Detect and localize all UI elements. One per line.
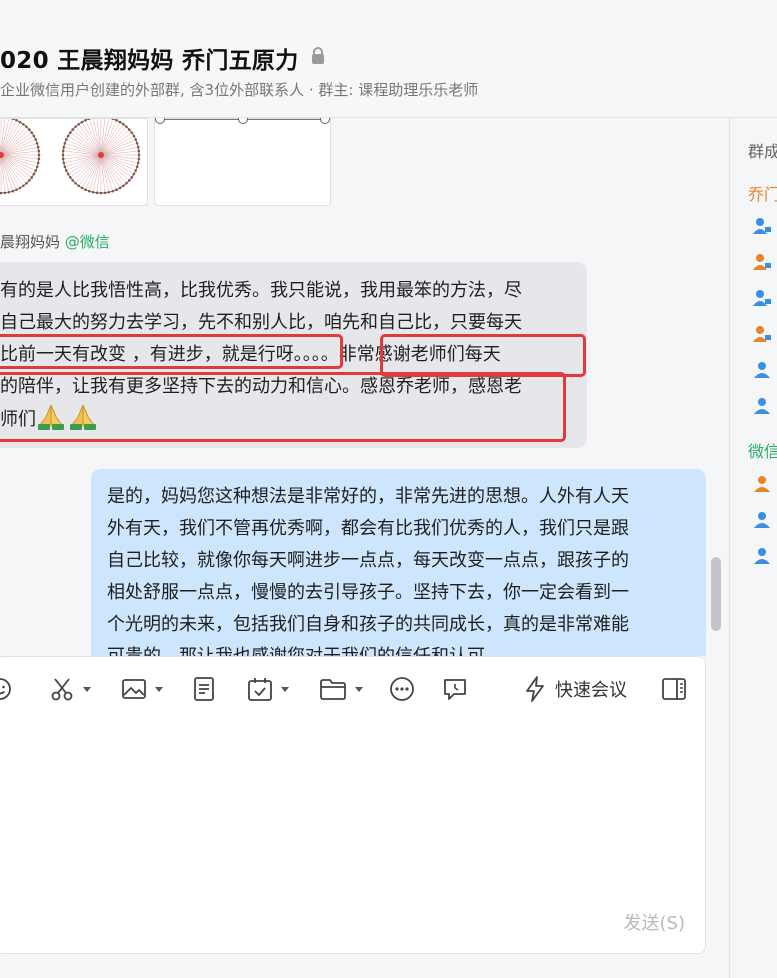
chat-scrollbar[interactable] <box>711 557 721 631</box>
member-avatar-icon[interactable] <box>752 396 772 416</box>
file-button[interactable] <box>319 675 363 703</box>
message-line: 可贵的，那让我也感谢您对于我们的信任和认可 <box>107 641 688 656</box>
quick-meeting-button[interactable]: 快速会议 <box>523 675 627 703</box>
member-avatar-icon[interactable] <box>752 546 772 566</box>
folder-icon <box>320 679 346 700</box>
scissors-icon <box>51 678 73 701</box>
message-line: 外有天，我们不管再优秀啊，都会有比我们优秀的人，我们只是跟 <box>107 518 629 539</box>
chat-history-button[interactable] <box>442 675 468 703</box>
image-handle <box>320 118 330 124</box>
image-handle <box>238 118 248 124</box>
emoji-button[interactable] <box>0 675 13 703</box>
chat-bubble-icon <box>444 679 466 700</box>
lock-icon <box>312 47 324 64</box>
lightning-icon <box>526 676 544 702</box>
chat-subtitle: 企业微信用户创建的外部群, 含3位外部联系人 · 群主: 课程助理乐乐老师 <box>0 81 479 99</box>
chevron-down-icon[interactable] <box>83 686 91 692</box>
sidebar-toggle-icon <box>662 678 686 700</box>
emoji-icon <box>0 678 11 700</box>
member-panel-title: 群成 <box>748 142 777 161</box>
more-icon <box>390 677 414 701</box>
message-line: 相处舒服一点点，慢慢的去引导孩子。坚持下去，你一定会看到一 <box>107 582 629 603</box>
member-avatar-icon[interactable] <box>752 474 772 494</box>
outgoing-message-bubble[interactable]: 是的，妈妈您这种想法是非常好的，非常先进的思想。人外有人天 外有天，我们不管再优… <box>91 469 706 656</box>
message-line-text: 师们 <box>0 409 36 430</box>
message-line: 个光明的未来，包括我们自身和孩子的共同成长，真的是非常难能 <box>107 614 629 635</box>
member-avatar-icon[interactable] <box>752 510 772 530</box>
message-line: 的陪伴，让我有更多坚持下去的动力和信心。感恩乔老师，感恩老 <box>0 376 522 397</box>
folded-hands-icon <box>38 404 64 430</box>
calendar-check-icon <box>248 678 272 701</box>
message-composer[interactable]: 快速会议 发送(S) <box>0 656 706 954</box>
chevron-down-icon[interactable] <box>155 686 163 692</box>
message-line: 自己比较，就像你每天啊进步一点点，每天改变一点点，跟孩子的 <box>107 550 629 571</box>
message-line: 是的，妈妈您这种想法是非常好的，非常先进的思想。人外有人天 <box>107 486 629 507</box>
member-avatar-icon[interactable] <box>752 324 772 344</box>
member-avatar-icon[interactable] <box>752 288 772 308</box>
message-line: 师们 <box>0 403 567 436</box>
sender-name: 晨翔妈妈 <box>0 233 61 251</box>
image-thumbnail-blank[interactable] <box>154 118 331 206</box>
member-panel: 群成 乔门 微信 <box>729 118 777 978</box>
member-group-label[interactable]: 微信 <box>748 438 777 462</box>
message-sender[interactable]: 晨翔妈妈 @微信 <box>0 231 110 252</box>
document-button[interactable] <box>191 675 217 703</box>
quick-meeting-label: 快速会议 <box>555 680 627 701</box>
chevron-down-icon[interactable] <box>355 686 363 692</box>
member-avatar-icon[interactable] <box>752 216 772 236</box>
image-handle <box>155 118 165 124</box>
screenshot-button[interactable] <box>49 675 91 703</box>
message-line: 比前一天有改变 ，有进步，就是行呀。。。。非常感谢老师们每天 <box>0 344 501 365</box>
image-thumbnail-pattern[interactable] <box>0 118 148 206</box>
message-line: 自己最大的努力去学习，先不和别人比，咱先和自己比，只要每天 <box>0 312 522 333</box>
chevron-down-icon[interactable] <box>281 686 289 692</box>
member-avatar-icon[interactable] <box>752 360 772 380</box>
member-group-label[interactable]: 乔门 <box>748 181 777 205</box>
message-line: 有的是人比我悟性高，比我优秀。我只能说，我用最笨的方法，尽 <box>0 280 522 301</box>
folded-hands-icon <box>70 404 96 430</box>
document-icon <box>194 677 214 701</box>
sender-source: @微信 <box>64 233 110 251</box>
sidebar-toggle-button[interactable] <box>661 675 687 703</box>
message-list[interactable]: 晨翔妈妈 @微信 有的是人比我悟性高，比我优秀。我只能说，我用最笨的方法，尽 自… <box>0 118 729 656</box>
chat-title[interactable]: 020 王晨翔妈妈 乔门五原力 <box>0 41 299 75</box>
image-button[interactable] <box>121 675 163 703</box>
schedule-button[interactable] <box>247 675 289 703</box>
member-avatar-icon[interactable] <box>752 252 772 272</box>
image-icon <box>122 679 146 699</box>
more-button[interactable] <box>389 675 415 703</box>
incoming-message-bubble[interactable]: 有的是人比我悟性高，比我优秀。我只能说，我用最笨的方法，尽 自己最大的努力去学习… <box>0 262 587 448</box>
send-button[interactable]: 发送(S) <box>624 909 685 935</box>
chat-header: 020 王晨翔妈妈 乔门五原力 企业微信用户创建的外部群, 含3位外部联系人 ·… <box>0 0 777 118</box>
